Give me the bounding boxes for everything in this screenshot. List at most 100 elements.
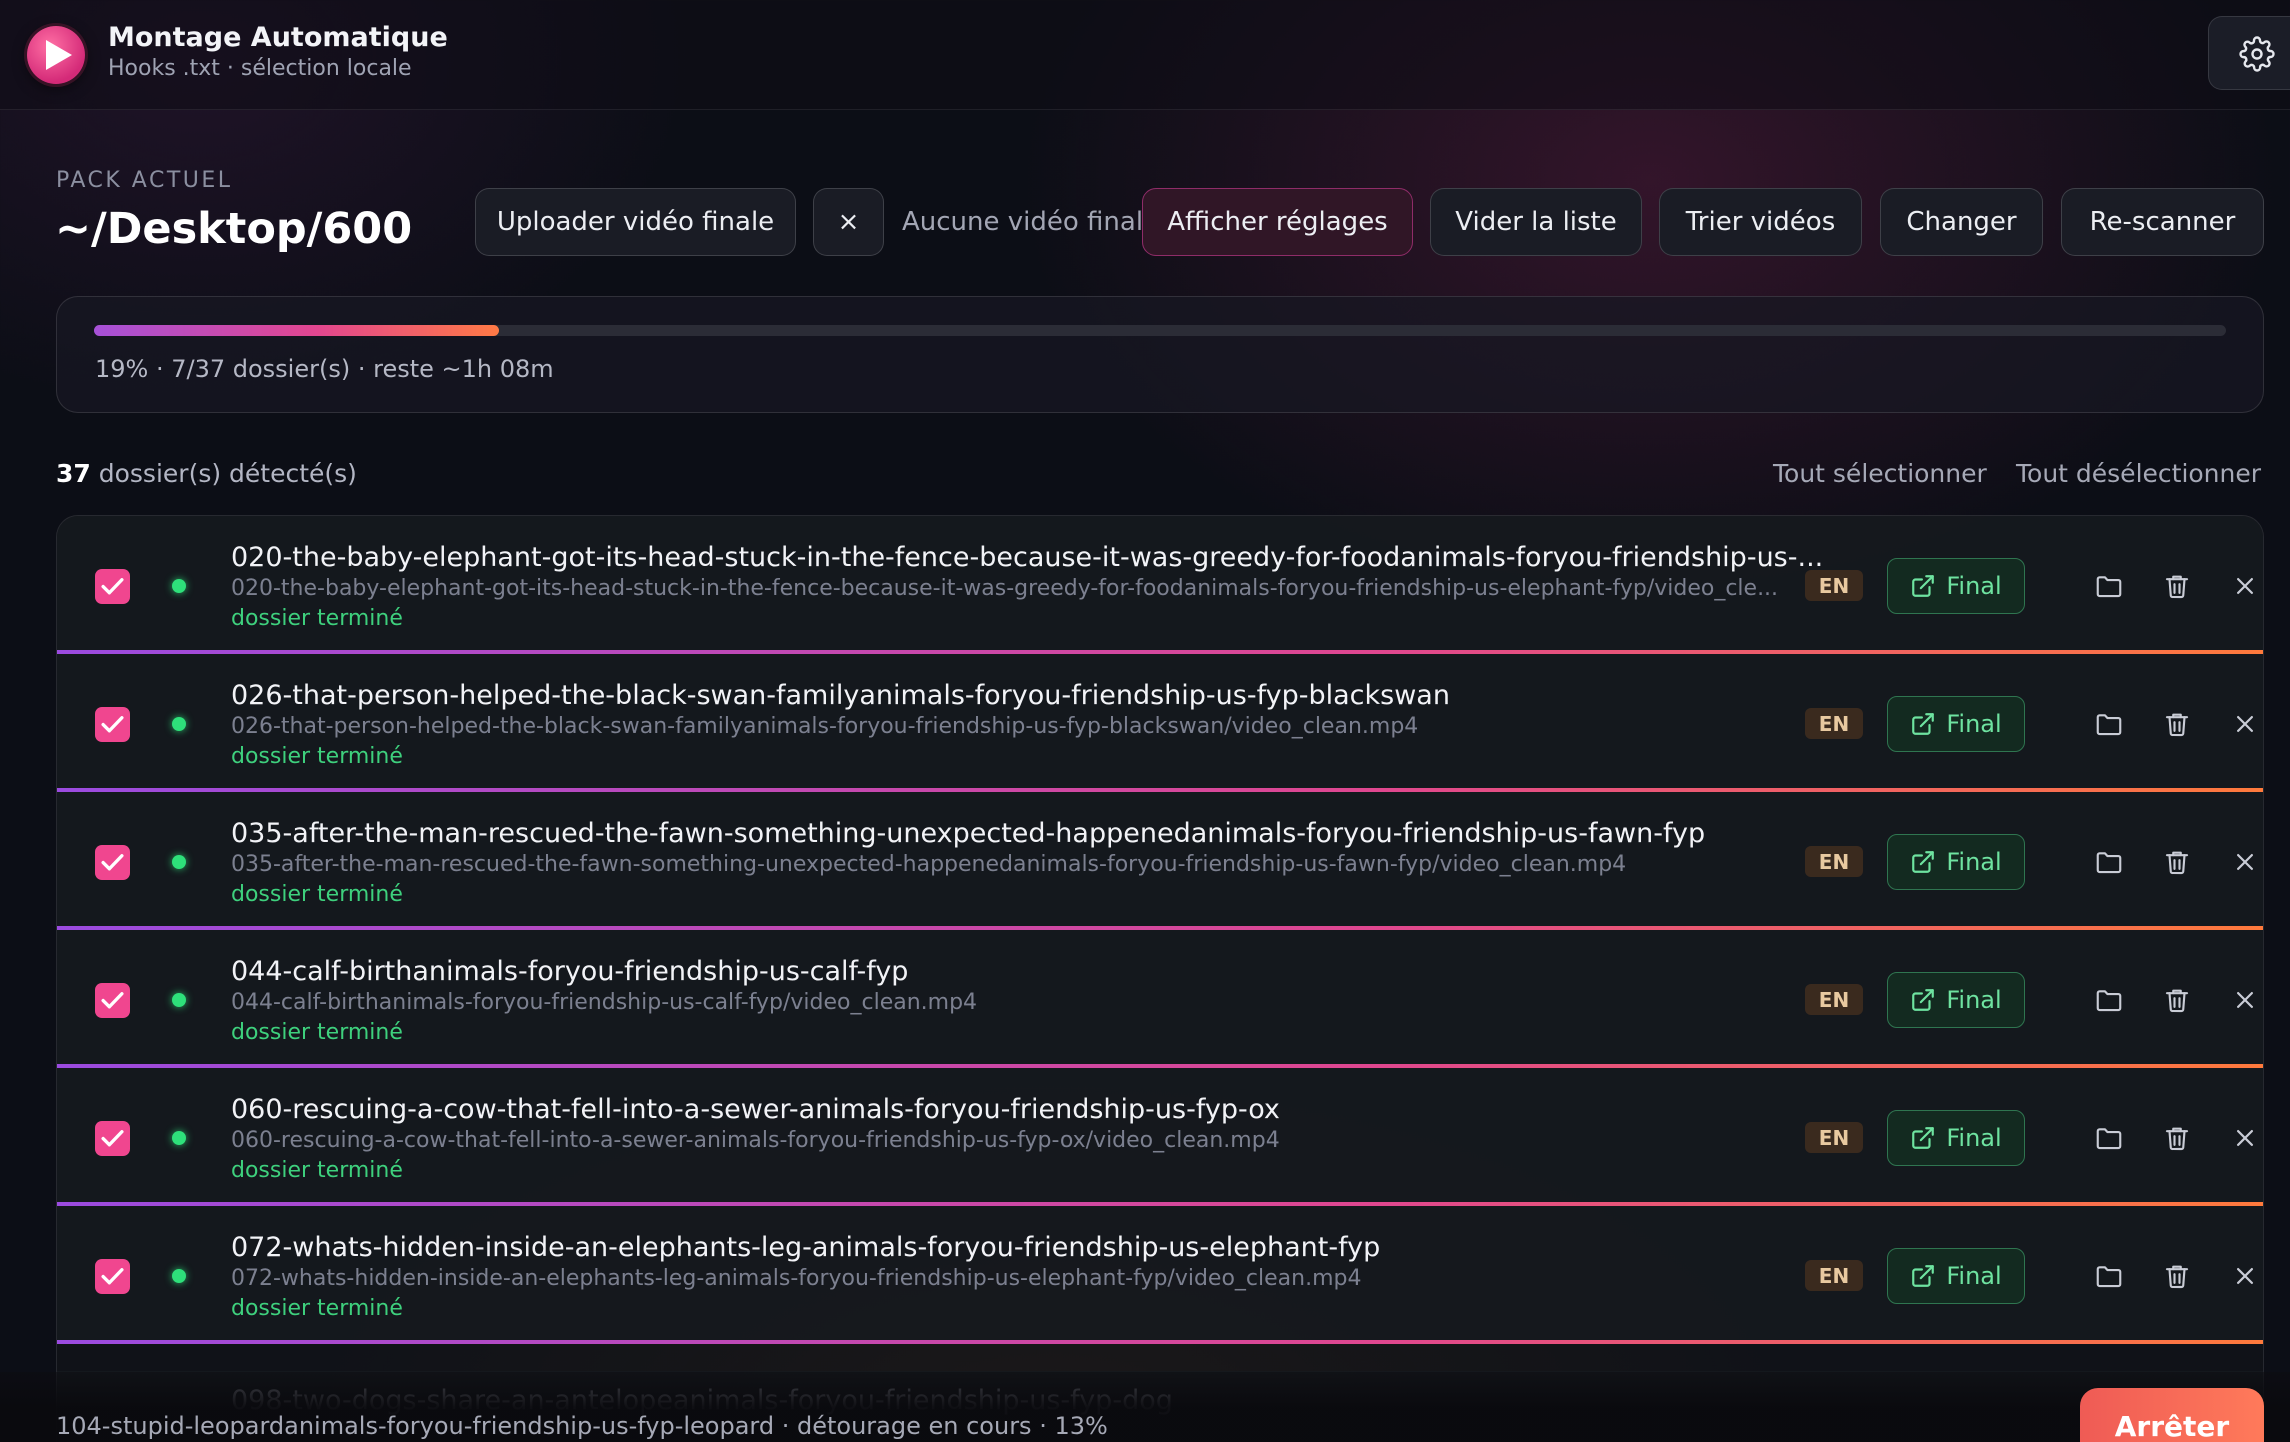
open-final-label: Final — [1946, 848, 2001, 876]
folder-status: dossier terminé — [231, 744, 403, 769]
folder-title: 020-the-baby-elephant-got-its-head-stuck… — [231, 542, 1836, 573]
progress-fill — [94, 325, 499, 336]
progress-text: 19% · 7/37 dossier(s) · reste ~1h 08m — [95, 355, 554, 383]
trash-icon[interactable] — [2162, 1123, 2192, 1153]
check-icon — [100, 1265, 125, 1287]
status-dot — [172, 993, 186, 1007]
row-checkbox[interactable] — [95, 569, 130, 604]
open-final-button[interactable]: Final — [1887, 696, 2025, 752]
trash-icon[interactable] — [2162, 985, 2192, 1015]
language-badge[interactable]: EN — [1805, 570, 1863, 601]
open-final-button[interactable]: Final — [1887, 972, 2025, 1028]
external-link-icon — [1910, 573, 1936, 599]
list-item[interactable]: 072-whats-hidden-inside-an-elephants-leg… — [57, 1206, 2264, 1344]
folder-title: 044-calf-birthanimals-foryou-friendship-… — [231, 956, 1836, 987]
language-badge[interactable]: EN — [1805, 984, 1863, 1015]
open-final-label: Final — [1946, 1262, 2001, 1290]
list-item[interactable]: 035-after-the-man-rescued-the-fawn-somet… — [57, 792, 2264, 930]
footer-status: 104-stupid-leopardanimals-foryou-friends… — [56, 1412, 1108, 1440]
trash-icon[interactable] — [2162, 1261, 2192, 1291]
status-dot — [172, 855, 186, 869]
close-icon[interactable] — [2230, 847, 2260, 877]
open-final-button[interactable]: Final — [1887, 834, 2025, 890]
external-link-icon — [1910, 1263, 1936, 1289]
list-item[interactable]: 026-that-person-helped-the-black-swan-fa… — [57, 654, 2264, 792]
trash-icon[interactable] — [2162, 709, 2192, 739]
close-icon[interactable] — [2230, 709, 2260, 739]
folder-status: dossier terminé — [231, 882, 403, 907]
external-link-icon — [1910, 1125, 1936, 1151]
folder-icon[interactable] — [2094, 1123, 2124, 1153]
row-checkbox[interactable] — [95, 1121, 130, 1156]
progress-card: 19% · 7/37 dossier(s) · reste ~1h 08m — [56, 296, 2264, 413]
folder-title: 060-rescuing-a-cow-that-fell-into-a-sewe… — [231, 1094, 1836, 1125]
progress-bar — [94, 325, 2226, 336]
upload-final-video-button[interactable]: Uploader vidéo finale — [475, 188, 796, 256]
language-badge[interactable]: EN — [1805, 1122, 1863, 1153]
row-checkbox[interactable] — [95, 1259, 130, 1294]
close-icon[interactable] — [2230, 1261, 2260, 1291]
language-badge[interactable]: EN — [1805, 1260, 1863, 1291]
play-icon — [27, 26, 85, 84]
check-icon — [100, 575, 125, 597]
folder-count: 37 dossier(s) détecté(s) — [56, 459, 357, 488]
folder-status: dossier terminé — [231, 1158, 403, 1183]
folder-path: 044-calf-birthanimals-foryou-friendship-… — [231, 990, 1836, 1015]
list-item[interactable]: 020-the-baby-elephant-got-its-head-stuck… — [57, 516, 2264, 654]
settings-button[interactable] — [2208, 16, 2290, 90]
folder-status: dossier terminé — [231, 1020, 403, 1045]
row-checkbox[interactable] — [95, 983, 130, 1018]
close-icon[interactable] — [2230, 571, 2260, 601]
open-final-label: Final — [1946, 1124, 2001, 1152]
folder-list: 098-two-dogs-share-an-antelopeanimals-fo… — [56, 515, 2264, 1442]
open-final-button[interactable]: Final — [1887, 1110, 2025, 1166]
external-link-icon — [1910, 849, 1936, 875]
check-icon — [100, 713, 125, 735]
row-checkbox[interactable] — [95, 845, 130, 880]
check-icon — [100, 1127, 125, 1149]
trash-icon[interactable] — [2162, 847, 2192, 877]
trash-icon[interactable] — [2162, 571, 2192, 601]
open-final-button[interactable]: Final — [1887, 558, 2025, 614]
sort-videos-button[interactable]: Trier vidéos — [1659, 188, 1862, 256]
list-item[interactable]: 044-calf-birthanimals-foryou-friendship-… — [57, 930, 2264, 1068]
select-all-link[interactable]: Tout sélectionner — [1773, 459, 1987, 488]
deselect-all-link[interactable]: Tout désélectionner — [2016, 459, 2261, 488]
external-link-icon — [1910, 711, 1936, 737]
folder-path: 026-that-person-helped-the-black-swan-fa… — [231, 714, 1836, 739]
pack-path: ~/Desktop/600 — [55, 204, 412, 254]
gear-icon — [2239, 36, 2275, 72]
rescan-button[interactable]: Re-scanner — [2061, 188, 2264, 256]
language-badge[interactable]: EN — [1805, 846, 1863, 877]
clear-list-button[interactable]: Vider la liste — [1430, 188, 1642, 256]
folder-icon[interactable] — [2094, 985, 2124, 1015]
close-icon[interactable] — [2230, 1123, 2260, 1153]
language-badge[interactable]: EN — [1805, 708, 1863, 739]
status-dot — [172, 717, 186, 731]
folder-path: 020-the-baby-elephant-got-its-head-stuck… — [231, 576, 1836, 601]
folder-path: 072-whats-hidden-inside-an-elephants-leg… — [231, 1266, 1836, 1291]
open-final-label: Final — [1946, 710, 2001, 738]
folder-status: dossier terminé — [231, 606, 403, 631]
folder-path: 060-rescuing-a-cow-that-fell-into-a-sewe… — [231, 1128, 1836, 1153]
change-button[interactable]: Changer — [1880, 188, 2043, 256]
folder-icon[interactable] — [2094, 847, 2124, 877]
folder-title: 072-whats-hidden-inside-an-elephants-leg… — [231, 1232, 1836, 1263]
folder-status: dossier terminé — [231, 1296, 403, 1321]
folder-icon[interactable] — [2094, 1261, 2124, 1291]
folder-icon[interactable] — [2094, 571, 2124, 601]
stop-button[interactable]: Arrêter — [2080, 1388, 2264, 1442]
check-icon — [100, 851, 125, 873]
status-dot — [172, 579, 186, 593]
folder-icon[interactable] — [2094, 709, 2124, 739]
no-final-video-text: Aucune vidéo finale — [902, 207, 1159, 237]
close-icon[interactable] — [2230, 985, 2260, 1015]
open-final-button[interactable]: Final — [1887, 1248, 2025, 1304]
list-item[interactable]: 060-rescuing-a-cow-that-fell-into-a-sewe… — [57, 1068, 2264, 1206]
show-settings-button[interactable]: Afficher réglages — [1142, 188, 1413, 256]
row-checkbox[interactable] — [95, 707, 130, 742]
app-subtitle: Hooks .txt · sélection locale — [108, 56, 412, 81]
clear-final-video-button[interactable]: × — [813, 188, 884, 256]
open-final-label: Final — [1946, 986, 2001, 1014]
status-dot — [172, 1269, 186, 1283]
